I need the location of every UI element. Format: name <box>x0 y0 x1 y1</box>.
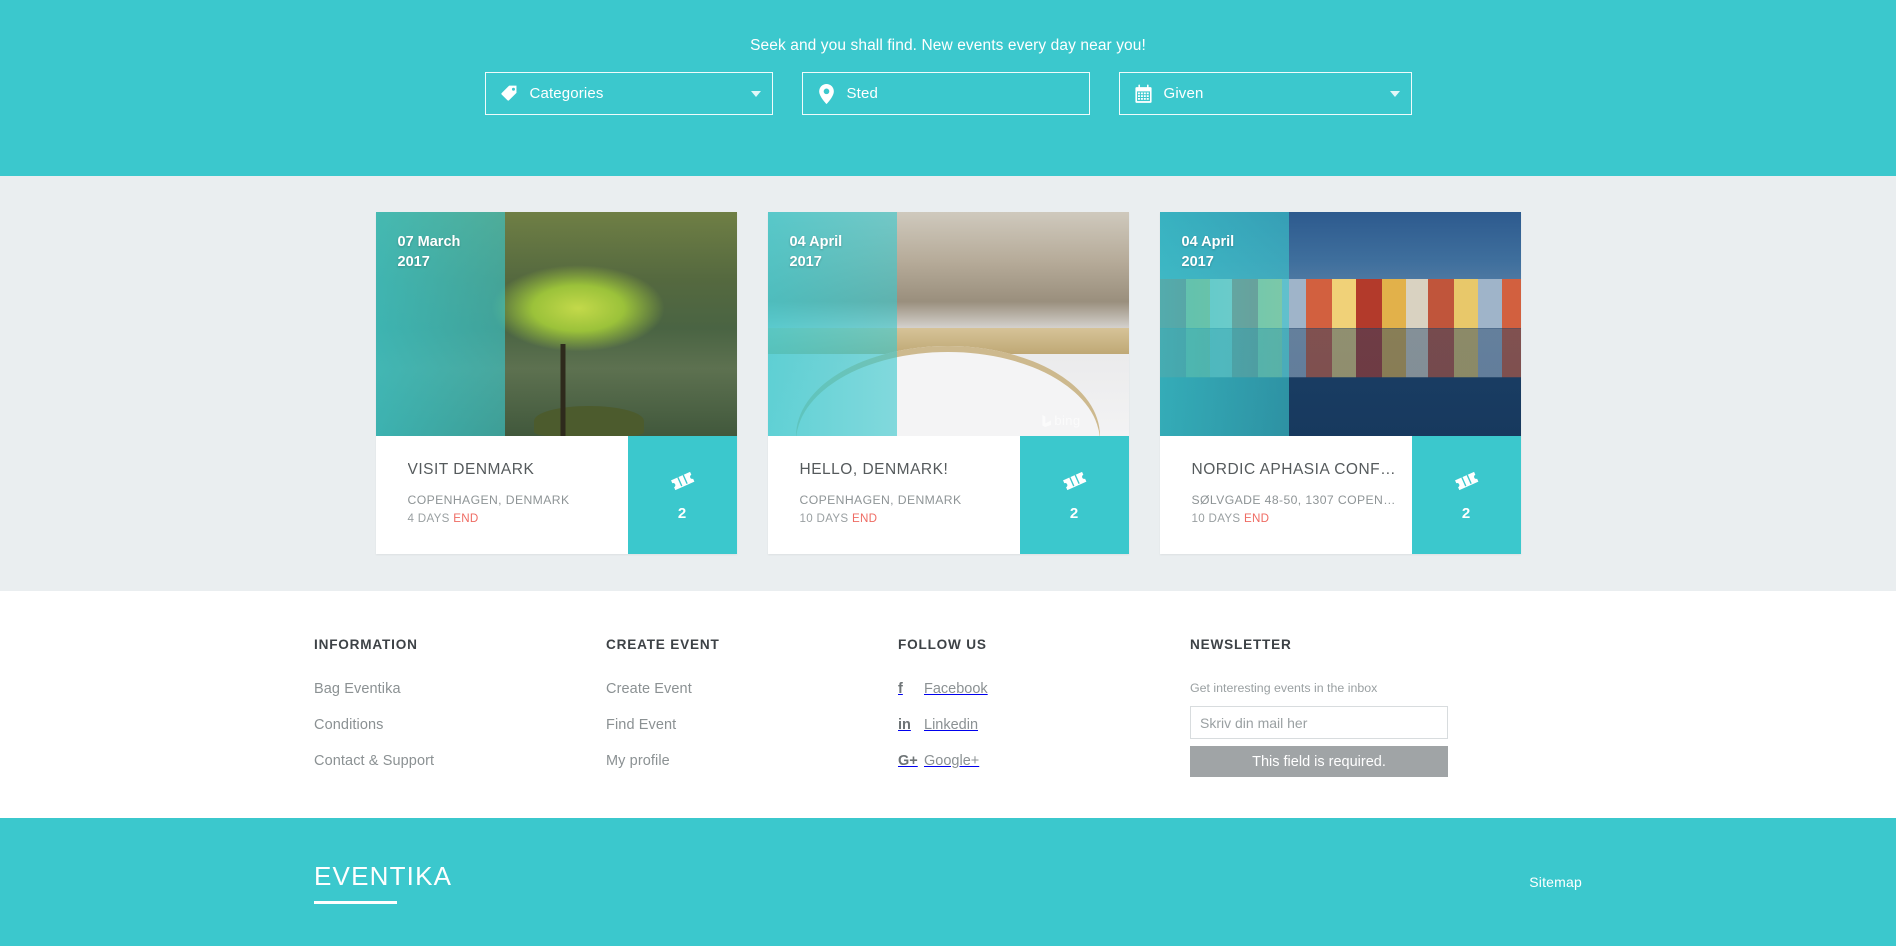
footer-column-information: INFORMATION Bag Eventika Conditions Cont… <box>314 637 606 818</box>
event-end-flag: END <box>851 512 878 525</box>
chevron-down-icon[interactable] <box>1389 90 1400 97</box>
event-countdown: 10 DAYS END <box>800 512 1020 525</box>
event-card-body: HELLO, DENMARK! COPENHAGEN, DENMARK 10 D… <box>768 436 1129 554</box>
event-end-flag: END <box>1243 512 1270 525</box>
ticket-icon <box>1454 468 1479 498</box>
event-date-badge: 04 April 2017 <box>790 232 843 272</box>
newsletter-submit-button[interactable]: This field is required. <box>1190 746 1448 777</box>
footer-column-follow-us: FOLLOW US f Facebook in Linkedin G+ Goog… <box>898 637 1190 818</box>
bottom-bar-inner: EVENTIKA Sitemap <box>314 861 1582 904</box>
event-card-body: NORDIC APHASIA CONFERE... SØLVGADE 48-50… <box>1160 436 1521 554</box>
linkedin-icon: in <box>898 717 911 733</box>
footer-link-contact-support[interactable]: Contact & Support <box>314 753 606 769</box>
search-field-categories-label: Categories <box>529 85 604 102</box>
event-end-flag: END <box>453 512 479 525</box>
event-card-info: VISIT DENMARK COPENHAGEN, DENMARK 4 DAYS… <box>376 436 628 554</box>
event-title[interactable]: VISIT DENMARK <box>408 461 628 479</box>
event-card-info: NORDIC APHASIA CONFERE... SØLVGADE 48-50… <box>1160 436 1412 554</box>
search-row: Categories Sted Given <box>0 72 1896 115</box>
event-countdown: 10 DAYS END <box>1192 512 1412 525</box>
googleplus-icon: G+ <box>898 753 918 769</box>
event-days-left: 4 DAYS <box>407 512 450 525</box>
event-date-year: 2017 <box>789 254 822 270</box>
event-date-year: 2017 <box>1181 254 1214 270</box>
footer-heading-newsletter: NEWSLETTER <box>1190 637 1292 652</box>
event-date-day: 04 April <box>789 234 843 250</box>
event-title[interactable]: NORDIC APHASIA CONFERE... <box>1192 461 1412 479</box>
bing-watermark: bing <box>1042 413 1080 428</box>
events-card-list: 07 March 2017 VISIT DENMARK COPENHAGEN, … <box>375 212 1521 554</box>
event-card[interactable]: 07 March 2017 VISIT DENMARK COPENHAGEN, … <box>375 212 737 554</box>
tag-icon <box>499 83 521 105</box>
social-link-googleplus[interactable]: G+ Google+ <box>898 753 1190 769</box>
social-label-facebook: Facebook <box>924 681 988 697</box>
bottom-bar: EVENTIKA Sitemap <box>0 818 1896 946</box>
search-field-categories[interactable]: Categories <box>484 72 773 115</box>
ticket-count: 2 <box>677 505 687 522</box>
hero-tagline: Seek and you shall find. New events ever… <box>750 37 1146 54</box>
event-date-badge: 07 March 2017 <box>398 232 461 272</box>
event-card[interactable]: 04 April 2017 NORDIC APHASIA CONFERE... … <box>1159 212 1521 554</box>
event-location: SØLVGADE 48-50, 1307 COPENHAG.. <box>1191 493 1412 507</box>
event-days-left: 10 DAYS <box>799 512 849 525</box>
social-label-googleplus: Google+ <box>924 753 980 769</box>
bing-watermark-label: bing <box>1054 413 1081 428</box>
event-ticket-button[interactable]: 2 <box>627 436 737 554</box>
footer-link-conditions[interactable]: Conditions <box>314 717 606 733</box>
event-date-year: 2017 <box>397 254 430 270</box>
footer-column-newsletter: NEWSLETTER Get interesting events in the… <box>1190 637 1490 818</box>
footer-columns: INFORMATION Bag Eventika Conditions Cont… <box>314 591 1582 818</box>
event-ticket-button[interactable]: 2 <box>1019 436 1129 554</box>
newsletter-email-input[interactable] <box>1190 706 1448 739</box>
sitemap-link[interactable]: Sitemap <box>1529 874 1582 890</box>
site-footer: INFORMATION Bag Eventika Conditions Cont… <box>0 591 1896 818</box>
event-card[interactable]: 04 April 2017 bing HELLO, DENMARK! COPEN… <box>767 212 1129 554</box>
bing-logo-icon <box>1042 415 1052 427</box>
facebook-icon: f <box>898 681 903 697</box>
event-date-badge: 04 April 2017 <box>1182 232 1235 272</box>
footer-link-my-profile[interactable]: My profile <box>606 753 898 769</box>
events-section: 07 March 2017 VISIT DENMARK COPENHAGEN, … <box>0 176 1896 591</box>
ticket-icon <box>1062 468 1087 498</box>
event-days-left: 10 DAYS <box>1191 512 1241 525</box>
location-pin-icon <box>816 83 838 105</box>
event-card-media[interactable]: 04 April 2017 bing <box>767 212 1129 436</box>
event-location: COPENHAGEN, DENMARK <box>799 493 962 507</box>
hero-search-banner: Seek and you shall find. New events ever… <box>0 0 1896 176</box>
search-field-given[interactable]: Given <box>1118 72 1412 115</box>
event-card-body: VISIT DENMARK COPENHAGEN, DENMARK 4 DAYS… <box>376 436 737 554</box>
footer-link-find-event[interactable]: Find Event <box>606 717 898 733</box>
event-card-media[interactable]: 04 April 2017 <box>1159 212 1521 436</box>
social-link-linkedin[interactable]: in Linkedin <box>898 717 1190 733</box>
social-label-linkedin: Linkedin <box>924 717 979 733</box>
social-link-facebook[interactable]: f Facebook <box>898 681 1190 697</box>
event-ticket-button[interactable]: 2 <box>1411 436 1521 554</box>
footer-heading-follow-us: FOLLOW US <box>898 637 987 652</box>
ticket-count: 2 <box>1461 505 1471 522</box>
search-field-place[interactable]: Sted <box>801 72 1090 115</box>
event-date-day: 07 March <box>397 234 461 250</box>
footer-link-create-event[interactable]: Create Event <box>606 681 898 697</box>
footer-heading-information: INFORMATION <box>314 637 418 652</box>
event-card-info: HELLO, DENMARK! COPENHAGEN, DENMARK 10 D… <box>768 436 1020 554</box>
calendar-icon <box>1133 83 1155 105</box>
event-card-media[interactable]: 07 March 2017 <box>375 212 737 436</box>
event-countdown: 4 DAYS END <box>408 512 628 525</box>
event-title[interactable]: HELLO, DENMARK! <box>800 461 1020 479</box>
ticket-count: 2 <box>1069 505 1079 522</box>
chevron-down-icon[interactable] <box>750 90 761 97</box>
event-location: COPENHAGEN, DENMARK <box>407 493 570 507</box>
newsletter-subtitle: Get interesting events in the inbox <box>1190 681 1378 695</box>
event-date-day: 04 April <box>1181 234 1235 250</box>
brand-name: EVENTIKA <box>314 860 453 891</box>
search-field-place-label: Sted <box>846 85 878 102</box>
brand-underline <box>314 900 397 904</box>
footer-link-bag-eventika[interactable]: Bag Eventika <box>314 681 606 697</box>
footer-column-create-event: CREATE EVENT Create Event Find Event My … <box>606 637 898 818</box>
footer-heading-create-event: CREATE EVENT <box>606 637 720 652</box>
ticket-icon <box>670 468 695 498</box>
brand-logo[interactable]: EVENTIKA <box>314 861 452 904</box>
search-field-given-label: Given <box>1163 85 1204 102</box>
